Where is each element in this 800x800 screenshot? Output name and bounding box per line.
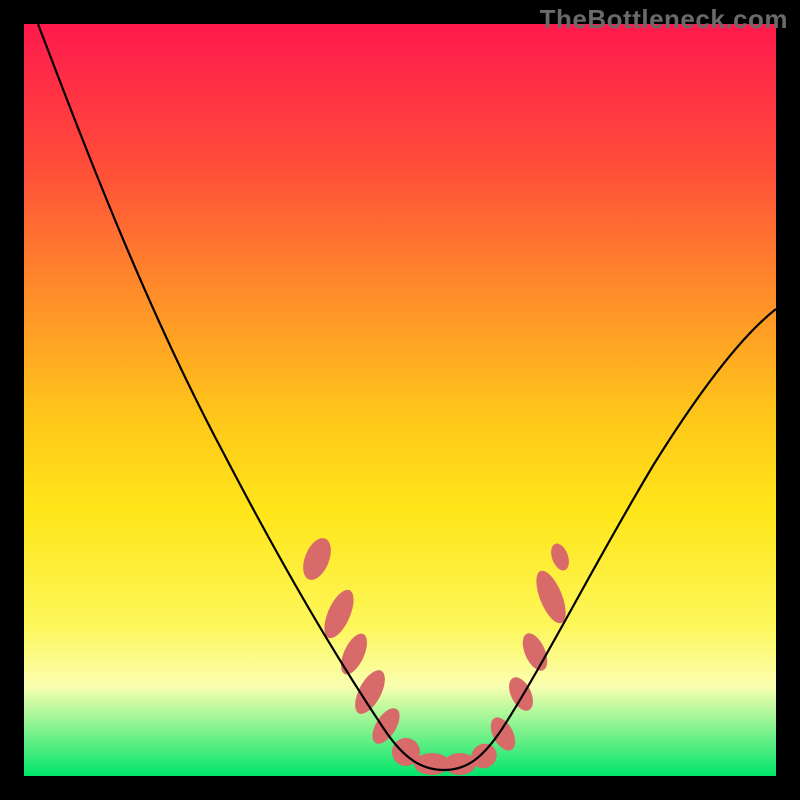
highlight-blob	[349, 666, 391, 719]
chart-svg	[24, 24, 776, 776]
watermark-text: TheBottleneck.com	[540, 4, 788, 35]
bottleneck-curve	[38, 24, 776, 770]
highlight-blob	[298, 534, 337, 584]
highlight-blob	[336, 630, 373, 678]
highlight-blobs	[298, 534, 573, 775]
highlight-blob	[548, 541, 573, 573]
highlight-blob	[444, 753, 476, 775]
chart-plot-area	[24, 24, 776, 776]
